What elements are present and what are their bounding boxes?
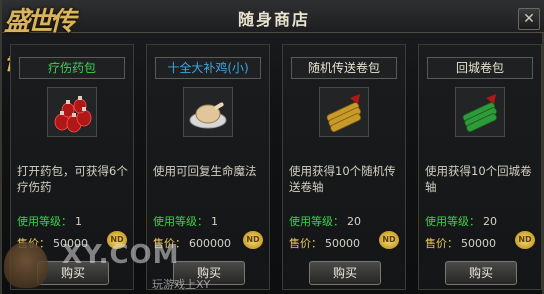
price-value: 50000 xyxy=(461,237,496,250)
close-button[interactable]: ✕ xyxy=(518,8,540,30)
price-value: 50000 xyxy=(325,237,360,250)
item-level: 使用等级： 1 xyxy=(17,213,82,229)
green-scroll-bundle-icon[interactable] xyxy=(455,87,505,137)
currency-icon: ND xyxy=(379,231,399,249)
level-value: 20 xyxy=(347,215,361,228)
level-label: 使用等级： xyxy=(425,215,480,228)
item-name: 随机传送卷包 xyxy=(291,57,397,79)
shop-item-card: 随机传送卷包 使用获得10个随机传送卷轴 使用等级： 20 售价： 50000 ND… xyxy=(282,44,406,290)
level-label: 使用等级： xyxy=(289,215,344,228)
game-logo: 盛世传奇 xyxy=(4,7,76,77)
item-name: 疗伤药包 xyxy=(19,57,125,79)
currency-icon: ND xyxy=(515,231,535,249)
item-price: 售价：50000 xyxy=(289,235,360,251)
item-name: 十全大补鸡(小) xyxy=(155,57,261,79)
price-label: 售价： xyxy=(289,237,322,250)
gold-scroll-bundle-icon[interactable] xyxy=(319,87,369,137)
buy-button[interactable]: 购买 xyxy=(445,261,517,285)
currency-icon: ND xyxy=(243,231,263,249)
item-description: 使用可回复生命魔法 xyxy=(153,164,257,178)
red-potion-bottles-icon[interactable] xyxy=(47,87,97,137)
item-level: 使用等级： 20 xyxy=(289,213,361,229)
title-bar[interactable]: 随身商店 ✕ xyxy=(2,0,544,33)
item-description: 使用获得10个回城卷轴 xyxy=(425,164,532,194)
item-price: 售价：50000 xyxy=(425,235,496,251)
item-level: 使用等级： 20 xyxy=(425,213,497,229)
level-value: 1 xyxy=(211,215,218,228)
level-value: 20 xyxy=(483,215,497,228)
item-description: 打开药包，可获得6个疗伤药 xyxy=(17,164,128,194)
roast-chicken-icon[interactable] xyxy=(183,87,233,137)
watermark-logo: XY.COM xyxy=(62,240,180,270)
level-label: 使用等级： xyxy=(17,215,72,228)
buy-button[interactable]: 购买 xyxy=(309,261,381,285)
price-label: 售价： xyxy=(425,237,458,250)
item-name: 回城卷包 xyxy=(427,57,533,79)
watermark-slogan: 玩游戏上XY xyxy=(152,278,211,291)
window-title: 随身商店 xyxy=(237,10,310,29)
item-level: 使用等级： 1 xyxy=(153,213,218,229)
level-value: 1 xyxy=(75,215,82,228)
owl-mascot-icon xyxy=(4,242,48,288)
price-value: 600000 xyxy=(189,237,231,250)
level-label: 使用等级： xyxy=(153,215,208,228)
item-description: 使用获得10个随机传送卷轴 xyxy=(289,164,396,194)
shop-window: 随身商店 ✕ 盛世传奇 疗伤药包 打开药包，可获得6个疗伤药 使用等级：1 售价… xyxy=(0,0,544,294)
shop-item-card: 回城卷包 使用获得10个回城卷轴 使用等级： 20 售价： 50000 ND 购买 xyxy=(418,44,542,290)
